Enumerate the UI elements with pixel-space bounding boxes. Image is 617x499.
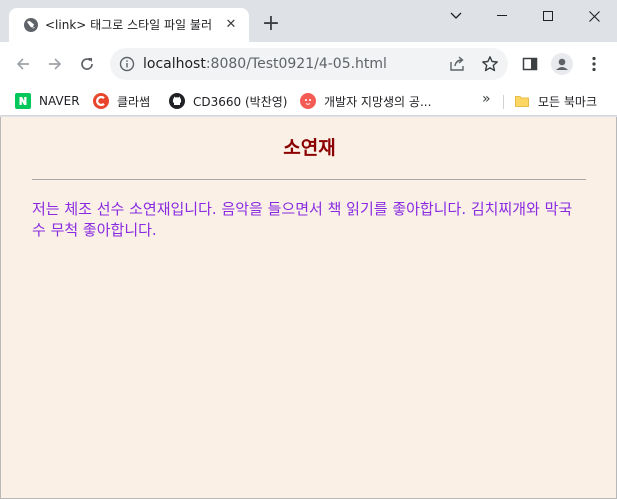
reload-icon: [81, 58, 93, 70]
blog-icon: [300, 93, 316, 109]
avatar-icon: [551, 53, 573, 75]
tab-strip: <link> 태그로 스타일 파일 불러 ✕ +: [0, 0, 617, 42]
bookmarks-bar: NAVER 클라썸 CD3660 (박찬영) 개발자 지망생의 공... » 모…: [0, 86, 617, 116]
bookmark-blog[interactable]: 개발자 지망생의 공...: [300, 91, 431, 111]
classum-icon: [93, 93, 109, 109]
side-panel-button[interactable]: [518, 52, 542, 76]
all-bookmarks-folder[interactable]: 모든 북마크: [514, 91, 597, 111]
new-tab-button[interactable]: +: [259, 13, 283, 37]
star-icon[interactable]: [481, 55, 499, 73]
minimize-icon: [497, 15, 507, 16]
bookmark-label: CD3660 (박찬영): [193, 94, 288, 109]
chevron-down-icon: [450, 12, 462, 19]
back-button[interactable]: [11, 52, 35, 76]
naver-icon: [15, 93, 31, 109]
more-vertical-icon: [592, 56, 596, 72]
tab-close-button[interactable]: ✕: [223, 17, 239, 33]
url-host: localhost: [143, 56, 206, 72]
reload-button[interactable]: [75, 52, 99, 76]
maximize-button[interactable]: [525, 0, 571, 32]
url-path: :8080/Test0921/4-05.html: [205, 56, 387, 72]
github-icon: [169, 93, 185, 109]
tab-title: <link> 태그로 스타일 파일 불러: [45, 18, 212, 32]
share-icon[interactable]: [449, 56, 465, 72]
globe-icon: [24, 18, 38, 32]
bookmark-naver[interactable]: NAVER: [15, 91, 80, 111]
folder-icon: [515, 96, 529, 107]
bookmarks-separator: [503, 95, 504, 109]
page-paragraph: 저는 체조 선수 소연재입니다. 음악을 들으면서 책 읽기를 좋아합니다. 김…: [32, 200, 573, 239]
forward-button[interactable]: [43, 52, 67, 76]
maximize-icon: [543, 11, 553, 21]
page-viewport: 소연재 저는 체조 선수 소연재입니다. 음악을 들으면서 책 읽기를 좋아합니…: [0, 117, 617, 499]
bookmarks-overflow-button[interactable]: »: [482, 91, 491, 107]
forward-arrow-icon: [49, 58, 62, 70]
bookmark-label: 클라썸: [117, 94, 151, 109]
minimize-button[interactable]: [479, 0, 525, 32]
back-arrow-icon: [16, 58, 29, 70]
browser-toolbar: localhost:8080/Test0921/4-05.html: [0, 42, 617, 86]
bookmark-github[interactable]: CD3660 (박찬영): [169, 91, 287, 111]
close-icon: [588, 10, 600, 22]
url-text[interactable]: localhost:8080/Test0921/4-05.html: [143, 56, 387, 72]
profile-button[interactable]: [550, 52, 574, 76]
tab-search-button[interactable]: [433, 0, 479, 32]
menu-button[interactable]: [582, 52, 606, 76]
info-icon[interactable]: [119, 56, 135, 72]
bookmark-label: NAVER: [39, 94, 80, 108]
browser-tab[interactable]: <link> 태그로 스타일 파일 불러 ✕: [9, 8, 249, 42]
bookmark-label: 개발자 지망생의 공...: [324, 94, 432, 109]
bookmark-classum[interactable]: 클라썸: [93, 91, 150, 111]
close-window-button[interactable]: [571, 0, 617, 32]
horizontal-rule: [32, 179, 586, 180]
address-bar[interactable]: localhost:8080/Test0921/4-05.html: [110, 48, 508, 80]
side-panel-icon: [522, 57, 538, 71]
page-heading: 소연재: [283, 137, 336, 159]
bookmark-label: 모든 북마크: [538, 94, 598, 109]
